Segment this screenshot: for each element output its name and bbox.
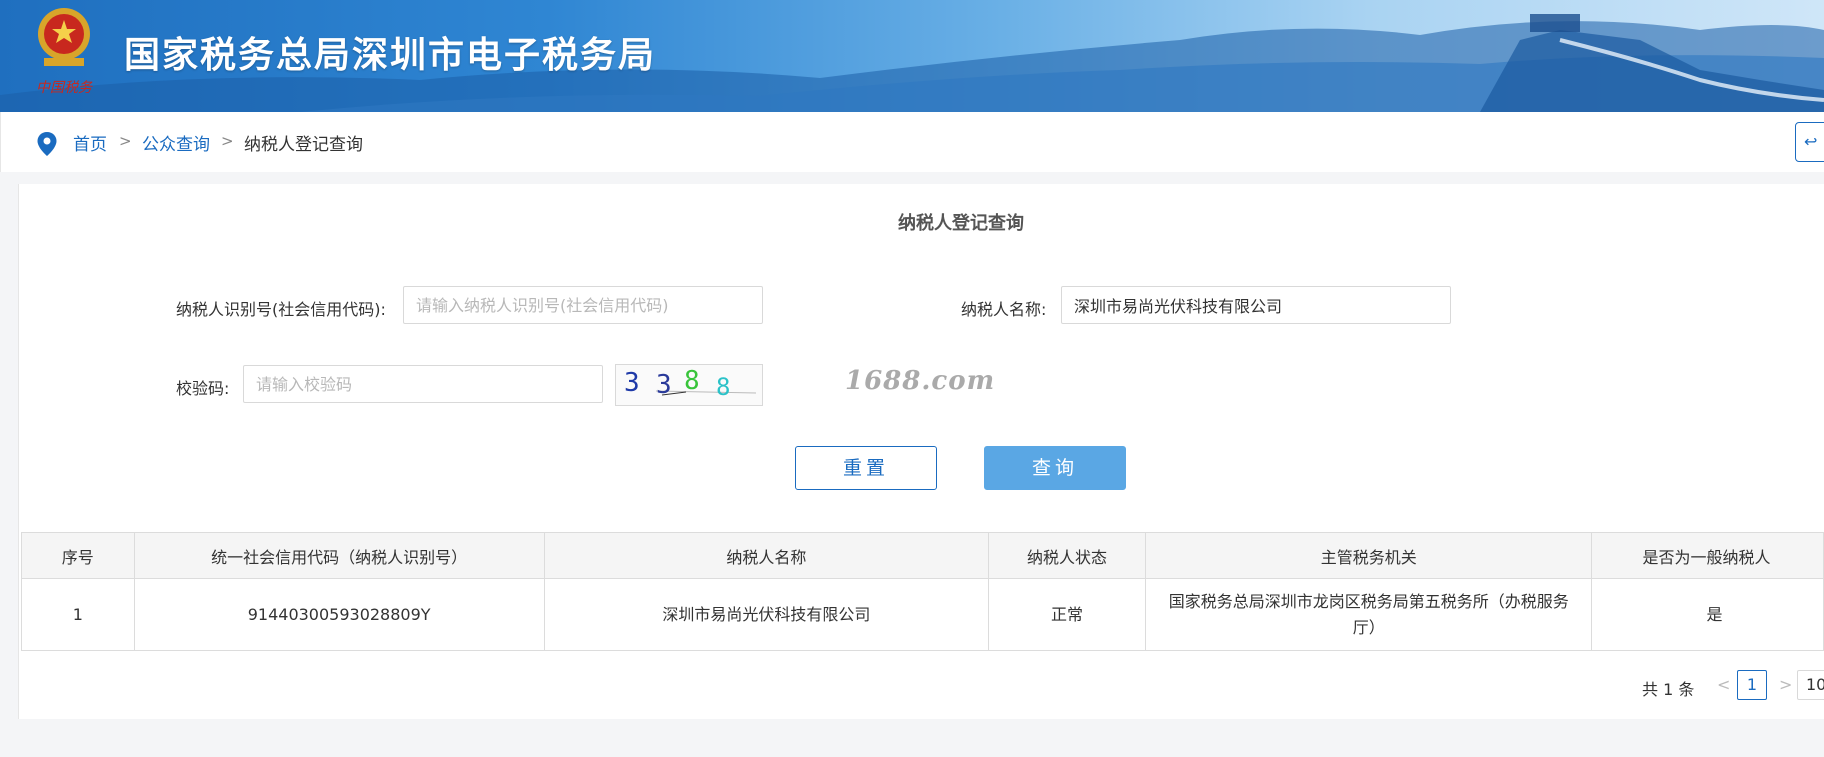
- breadcrumb-separator: >: [119, 132, 132, 150]
- page-button-current[interactable]: 1: [1737, 670, 1767, 700]
- captcha-code: 3 3 8 8: [624, 366, 757, 401]
- taxpayer-name-input[interactable]: [1061, 286, 1451, 324]
- tax-emblem-logo: 中国税务: [36, 8, 93, 96]
- column-header-general-taxpayer: 是否为一般纳税人: [1591, 532, 1824, 579]
- cell-tax-authority: 国家税务总局深圳市龙岗区税务局第五税务所（办税服务厅）: [1145, 578, 1593, 651]
- column-header-credit-code: 统一社会信用代码（纳税人识别号）: [133, 532, 545, 579]
- breadcrumb: 首页 > 公众查询 > 纳税人登记查询 ↩: [0, 112, 1824, 172]
- prev-page-icon[interactable]: <: [1717, 675, 1730, 694]
- taxpayer-id-input[interactable]: [403, 286, 763, 324]
- captcha-label: 校验码:: [176, 379, 230, 398]
- pagination-total: 共 1 条: [1642, 680, 1695, 699]
- svg-text:8: 8: [716, 373, 730, 401]
- table-row: 1 91440300593028809Y 深圳市易尚光伏科技有限公司 正常 国家…: [21, 578, 1824, 651]
- breadcrumb-home-link[interactable]: 首页: [73, 130, 107, 155]
- cell-status: 正常: [988, 578, 1147, 651]
- svg-text:8: 8: [684, 366, 700, 396]
- next-page-icon[interactable]: >: [1779, 675, 1792, 694]
- breadcrumb-separator: >: [221, 132, 234, 150]
- results-table: 序号 统一社会信用代码（纳税人识别号） 纳税人名称 纳税人状态 主管税务机关 是…: [21, 532, 1824, 651]
- column-header-status: 纳税人状态: [988, 532, 1147, 579]
- page-title: 纳税人登记查询: [898, 213, 1024, 234]
- taxpayer-name-label: 纳税人名称:: [961, 300, 1047, 319]
- cell-taxpayer-name: 深圳市易尚光伏科技有限公司: [543, 578, 990, 651]
- column-header-tax-authority: 主管税务机关: [1145, 532, 1593, 579]
- svg-text:3: 3: [624, 368, 640, 398]
- captcha-image[interactable]: 3 3 8 8: [615, 364, 763, 406]
- table-header-row: 序号 统一社会信用代码（纳税人识别号） 纳税人名称 纳税人状态 主管税务机关 是…: [21, 532, 1824, 579]
- site-title: 国家税务总局深圳市电子税务局: [124, 35, 657, 76]
- back-icon: ↩: [1804, 132, 1818, 151]
- cell-credit-code: 91440300593028809Y: [133, 578, 545, 651]
- site-banner: 中国税务 国家税务总局深圳市电子税务局: [0, 0, 1824, 112]
- watermark-text: 1688.com: [845, 366, 996, 396]
- breadcrumb-current-page: 纳税人登记查询: [244, 135, 363, 155]
- cell-general-taxpayer: 是: [1591, 578, 1824, 651]
- query-button[interactable]: 查询: [984, 446, 1126, 490]
- breadcrumb-public-query-link[interactable]: 公众查询: [142, 130, 210, 155]
- query-panel: 纳税人登记查询 纳税人识别号(社会信用代码): 纳税人名称: 校验码: 3 3 …: [18, 184, 1824, 719]
- column-header-taxpayer-name: 纳税人名称: [543, 532, 990, 579]
- taxpayer-id-label: 纳税人识别号(社会信用代码):: [176, 300, 386, 319]
- location-pin-icon: [37, 132, 57, 156]
- page-size-select[interactable]: 10条/页: [1797, 670, 1824, 700]
- back-button[interactable]: ↩: [1795, 122, 1824, 162]
- svg-text:中国税务: 中国税务: [36, 80, 93, 96]
- svg-text:3: 3: [656, 370, 672, 400]
- reset-button[interactable]: 重置: [795, 446, 937, 490]
- captcha-input[interactable]: [243, 365, 603, 403]
- column-header-index: 序号: [21, 532, 135, 579]
- cell-index: 1: [21, 578, 135, 651]
